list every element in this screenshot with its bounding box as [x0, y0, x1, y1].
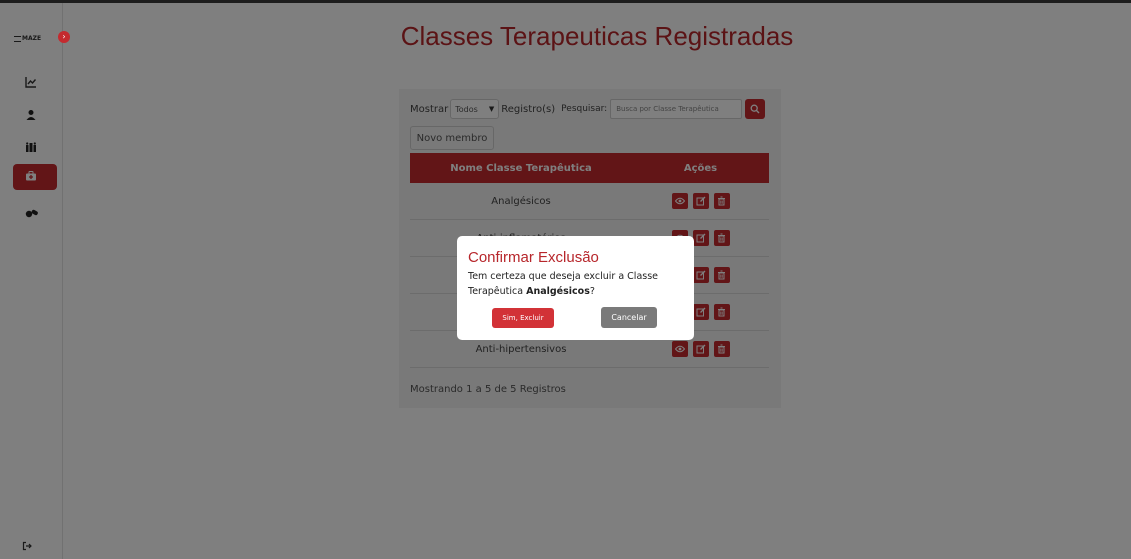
collapse-sidebar-button[interactable]: › [58, 31, 70, 43]
cancel-button[interactable]: Cancelar [601, 307, 657, 328]
confirm-delete-button[interactable]: Sim, Excluir [492, 308, 554, 328]
dialog-message: Tem certeza que deseja excluir a Classe … [468, 269, 683, 299]
dialog-item-name: Analgésicos [526, 286, 590, 297]
dialog-message-end: ? [589, 286, 595, 297]
chevron-right-icon: › [62, 32, 66, 41]
confirm-delete-dialog: Confirmar Exclusão Tem certeza que desej… [457, 236, 694, 340]
dialog-title: Confirmar Exclusão [468, 249, 599, 266]
